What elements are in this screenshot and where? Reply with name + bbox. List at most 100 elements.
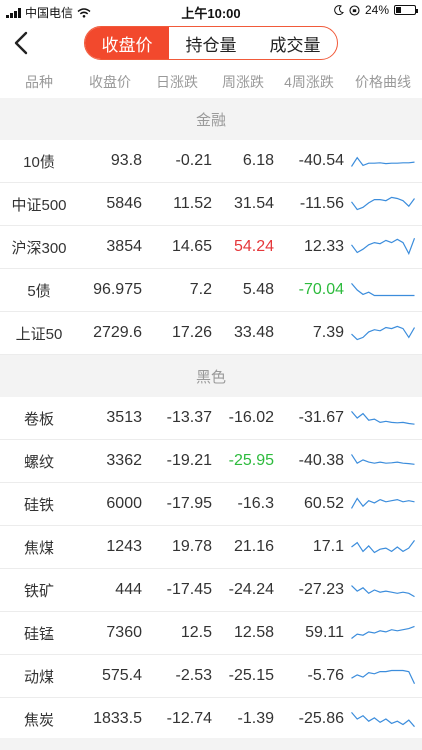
row-price-curve (344, 226, 422, 268)
row-close: 3513 (106, 409, 142, 426)
table-row[interactable]: 焦炭 1833.5 -12.74 -1.39 -25.86 (0, 698, 422, 741)
row-price-curve (344, 269, 422, 311)
row-price-curve (344, 569, 422, 611)
sparkline-path (351, 237, 415, 256)
col-week-change[interactable]: 周涨跌 (212, 66, 274, 98)
row-close: 3854 (106, 238, 142, 255)
table-row[interactable]: 中证500 5846 11.52 31.54 -11.56 (0, 183, 422, 226)
table-row[interactable]: 铁矿 444 -17.45 -24.24 -27.23 (0, 569, 422, 612)
row-name: 螺纹 (23, 453, 54, 471)
row-day-change: 14.65 (171, 238, 212, 255)
sparkline-chart (351, 669, 415, 684)
row-4week-change: -40.54 (298, 152, 344, 169)
row-name: 焦炭 (23, 711, 54, 729)
row-price-curve (344, 526, 422, 568)
row-4week-change: 17.1 (312, 538, 344, 555)
col-4week-change[interactable]: 4周涨跌 (274, 66, 344, 98)
row-week-change: -24.24 (228, 581, 274, 598)
row-close: 1833.5 (93, 710, 142, 727)
row-week-change: 5.48 (242, 281, 274, 298)
sparkline-chart (351, 237, 415, 256)
chevron-left-icon (14, 31, 28, 55)
row-week-change: -1.39 (237, 710, 274, 727)
row-day-change: -17.95 (166, 495, 212, 512)
row-price-curve (344, 440, 422, 482)
row-price-curve (344, 698, 422, 740)
row-name: 焦煤 (23, 539, 54, 557)
row-day-change: -19.21 (166, 452, 212, 469)
col-day-change[interactable]: 日涨跌 (142, 66, 212, 98)
row-week-change: -25.15 (228, 667, 274, 684)
row-week-change: 54.24 (233, 238, 274, 255)
table-row[interactable]: 焦煤 1243 19.78 21.16 17.1 (0, 526, 422, 569)
row-week-change: 31.54 (233, 195, 274, 212)
row-close: 7360 (106, 624, 142, 641)
commodity-list: 金融 10债 93.8 -0.21 6.18 -40.54 中证500 5846 11.52 31… (0, 98, 422, 741)
row-close: 3362 (106, 452, 142, 469)
row-4week-change: -70.04 (298, 281, 344, 298)
row-4week-change: 12.33 (303, 238, 344, 255)
sparkline-path (351, 196, 415, 211)
sparkline-chart (351, 411, 415, 425)
table-row[interactable]: 卷板 3513 -13.37 -16.02 -31.67 (0, 397, 422, 440)
row-close: 93.8 (110, 152, 142, 169)
tab-open-interest[interactable]: 持仓量 (169, 27, 253, 59)
row-4week-change: -5.76 (307, 667, 344, 684)
col-close[interactable]: 收盘价 (78, 66, 142, 98)
row-week-change: -25.95 (228, 452, 274, 469)
row-name: 硅锰 (23, 625, 54, 643)
row-day-change: 7.2 (189, 281, 212, 298)
table-row[interactable]: 动煤 575.4 -2.53 -25.15 -5.76 (0, 655, 422, 698)
row-day-change: 12.5 (180, 624, 212, 641)
row-4week-change: -31.67 (298, 409, 344, 426)
row-4week-change: -27.23 (298, 581, 344, 598)
row-price-curve (344, 183, 422, 225)
row-price-curve (344, 140, 422, 182)
table-row[interactable]: 沪深300 3854 14.65 54.24 12.33 (0, 226, 422, 269)
sparkline-path (351, 540, 415, 554)
row-week-change: -16.3 (237, 495, 274, 512)
row-name: 铁矿 (23, 582, 54, 600)
back-button[interactable] (10, 30, 34, 56)
row-name: 5债 (27, 282, 51, 300)
section-header: 黑色 (0, 355, 422, 397)
row-name: 沪深300 (11, 239, 67, 257)
row-week-change: 33.48 (233, 324, 274, 341)
table-row[interactable]: 5债 96.975 7.2 5.48 -70.04 (0, 269, 422, 312)
row-4week-change: -40.38 (298, 452, 344, 469)
row-close: 575.4 (101, 667, 142, 684)
row-week-change: -16.02 (228, 409, 274, 426)
row-name: 上证50 (15, 325, 63, 343)
row-name: 10债 (23, 153, 55, 171)
sparkline-path (351, 497, 415, 509)
sparkline-path (351, 669, 415, 684)
sparkline-chart (351, 540, 415, 554)
row-price-curve (344, 397, 422, 439)
sparkline-path (351, 585, 415, 598)
tab-close-price[interactable]: 收盘价 (85, 27, 169, 59)
sparkline-chart (351, 196, 415, 211)
row-price-curve (344, 312, 422, 354)
row-name: 动煤 (23, 668, 54, 686)
column-header: 品种 收盘价 日涨跌 周涨跌 4周涨跌 价格曲线 (0, 66, 422, 98)
table-row[interactable]: 10债 93.8 -0.21 6.18 -40.54 (0, 140, 422, 183)
row-day-change: 17.26 (171, 324, 212, 341)
row-4week-change: -25.86 (298, 710, 344, 727)
row-close: 1243 (106, 538, 142, 555)
sparkline-chart (351, 625, 415, 639)
row-4week-change: 7.39 (312, 324, 344, 341)
bottom-band (0, 738, 422, 750)
sparkline-chart (351, 454, 415, 465)
row-day-change: -12.74 (166, 710, 212, 727)
tab-volume[interactable]: 成交量 (253, 27, 337, 59)
table-row[interactable]: 硅铁 6000 -17.95 -16.3 60.52 (0, 483, 422, 526)
row-price-curve (344, 612, 422, 654)
sparkline-chart (351, 325, 415, 341)
battery-level (396, 7, 401, 13)
sparkline-chart (351, 497, 415, 509)
table-row[interactable]: 螺纹 3362 -19.21 -25.95 -40.38 (0, 440, 422, 483)
section-header: 金融 (0, 98, 422, 140)
table-row[interactable]: 上证50 2729.6 17.26 33.48 7.39 (0, 312, 422, 355)
table-row[interactable]: 硅锰 7360 12.5 12.58 59.11 (0, 612, 422, 655)
row-close: 444 (115, 581, 142, 598)
